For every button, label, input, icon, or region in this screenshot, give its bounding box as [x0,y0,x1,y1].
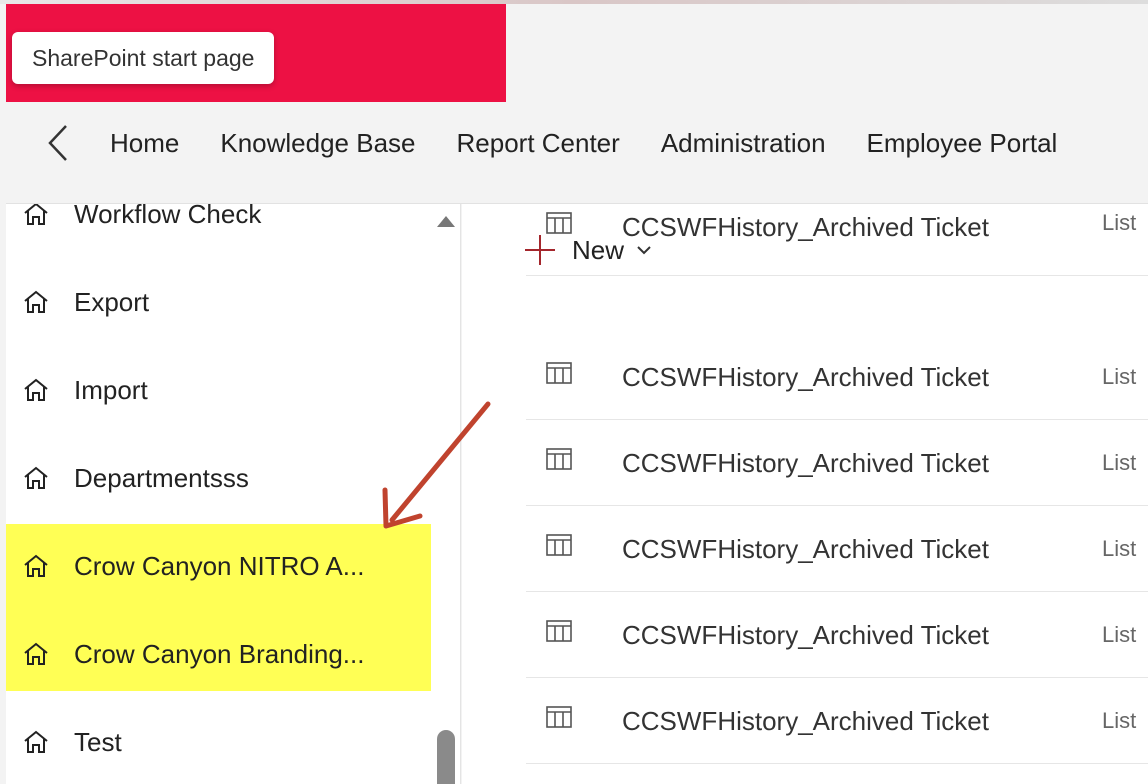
nav-link-home[interactable]: Home [110,128,179,159]
home-icon [24,730,48,753]
list-icon [546,534,572,556]
home-icon [24,554,48,577]
sidebar-scrollbar[interactable] [431,204,460,784]
list-row-type: List [1102,364,1137,389]
nav-link-report-center[interactable]: Report Center [457,128,620,159]
nav-link-employee-portal[interactable]: Employee Portal [867,128,1058,159]
home-icon [24,204,48,225]
sidebar-item-departmentsss[interactable]: Departmentsss [6,434,431,522]
sidebar-item-label: Departmentsss [74,462,249,493]
sidebar-item-import[interactable]: Import [6,346,431,434]
top-navigation: Home Knowledge Base Report Center Admini… [6,102,1148,204]
list-row-name[interactable]: CCSWFHistory_Archived Tickets [622,362,990,393]
list-icon [546,448,572,470]
sidebar-item-label: Export [74,286,150,317]
sidebar-item-workflow-check[interactable]: Workflow Check [6,204,431,258]
list-row[interactable]: CCSWFHistory_Archived Tickets List [526,506,1148,592]
list-row-type: List [1102,622,1137,647]
nav-links: Home Knowledge Base Report Center Admini… [110,102,1098,184]
sharepoint-start-page-tooltip: SharePoint start page [12,32,275,84]
list-row-type: List [1102,210,1137,235]
list-row-type: List [1102,536,1137,561]
list-icon [546,620,572,642]
list-row[interactable]: CCSWFHistory_Archived Tickets List [526,420,1148,506]
left-navigation-panel: Workflow Check Export Import Departments… [6,204,461,784]
list-row-type: List [1102,708,1137,733]
site-contents-panel: New CCSWFHistory_Archived Tickets List C… [462,204,1148,784]
home-icon [24,378,48,401]
sidebar-item-test[interactable]: Test [6,698,431,784]
list-icon [546,212,572,234]
sidebar-item-label: Crow Canyon Branding... [74,638,365,669]
list-row-name[interactable]: CCSWFHistory_Archived Tickets [622,534,990,565]
sidebar-item-label: Crow Canyon NITRO A... [74,550,365,581]
sidebar-item-label: Import [74,374,148,405]
list-icon [546,362,572,384]
list-row-type: List [1102,450,1137,475]
list-row-name[interactable]: CCSWFHistory_Archived Tickets [622,448,990,479]
home-icon [24,290,48,313]
back-chevron-icon[interactable] [42,122,76,164]
sidebar-item-label: Test [74,726,122,757]
sidebar-item-export[interactable]: Export [6,258,431,346]
nav-link-knowledge-base[interactable]: Knowledge Base [220,128,415,159]
list-row[interactable]: CCSWFHistory_Archived Tickets List [526,210,1148,276]
scroll-up-arrow-icon[interactable] [437,216,455,227]
list-row-name[interactable]: CCSWFHistory_Archived Tickets [622,212,990,243]
list-row-name[interactable]: CCSWFHistory_Archived Tickets [622,620,990,651]
nav-link-administration[interactable]: Administration [661,128,826,159]
home-icon [24,642,48,665]
home-icon [24,466,48,489]
list-row-name[interactable]: CCSWFHistory_Archived Tickets [622,706,990,737]
list-row[interactable]: CCSWFHistory_Archived Tickets List [526,678,1148,764]
sidebar-item-crow-canyon-nitro[interactable]: Crow Canyon NITRO A... [6,522,431,610]
sidebar-item-label: Workflow Check [74,204,262,229]
list-row[interactable]: CCSWFHistory_Archived Tickets List [526,334,1148,420]
scrollbar-thumb[interactable] [437,730,455,784]
sidebar-item-crow-canyon-branding[interactable]: Crow Canyon Branding... [6,610,431,698]
header-background [506,4,1148,102]
list-row[interactable]: CCSWFHistory_Archived Tickets List [526,592,1148,678]
list-icon [546,706,572,728]
